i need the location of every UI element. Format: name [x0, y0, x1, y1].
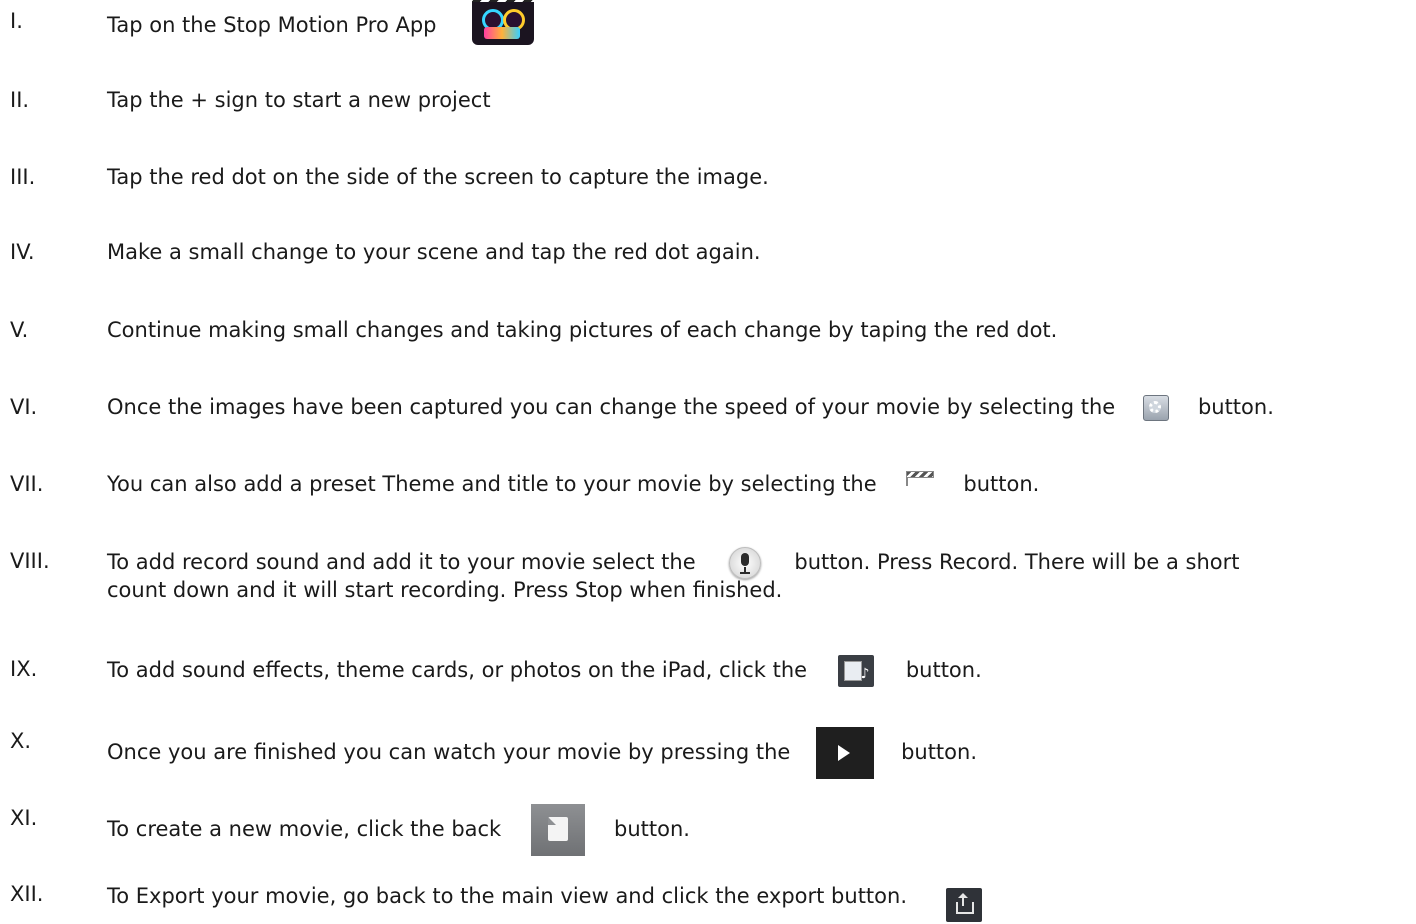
step-number: VII.: [10, 472, 44, 496]
microphone-icon: [729, 547, 762, 579]
step-text-before: Once the images have been captured you c…: [107, 395, 1116, 419]
step-text: Tap the red dot on the side of the scree…: [107, 165, 769, 189]
step-text-before: To add record sound and add it to your m…: [107, 550, 696, 574]
step-text-line2: count down and it will start recording. …: [107, 578, 783, 602]
step-number: IV.: [10, 240, 35, 264]
stop-motion-app-icon: [471, 0, 534, 45]
step-text-after: button.: [963, 472, 1040, 496]
export-icon: [946, 888, 983, 922]
step-number: XI.: [10, 806, 38, 830]
step-text: Tap the + sign to start a new project: [107, 88, 491, 112]
step-text-before: You can also add a preset Theme and titl…: [107, 472, 877, 496]
step-number: I.: [10, 9, 23, 33]
step-text-after: button.: [1197, 395, 1274, 419]
step-number: XII.: [10, 882, 44, 906]
step-text-before: To add sound effects, theme cards, or ph…: [107, 658, 808, 682]
play-icon: [815, 727, 874, 779]
media-library-icon: ♪: [838, 655, 875, 687]
step-text-after: button.: [905, 658, 982, 682]
clapperboard-icon: [906, 471, 935, 486]
step-text: Tap on the Stop Motion Pro App: [107, 13, 437, 37]
step-number: IX.: [10, 657, 38, 681]
back-page-icon: [530, 804, 585, 856]
step-text-after: button.: [901, 740, 978, 764]
step-text-before: To create a new movie, click the back: [107, 817, 502, 841]
step-number: VIII.: [10, 549, 50, 573]
step-text-after: button. Press Record. There will be a sh…: [794, 550, 1240, 574]
step-number: III.: [10, 165, 36, 189]
step-text: Continue making small changes and taking…: [107, 318, 1058, 342]
step-number: VI.: [10, 395, 38, 419]
step-number: X.: [10, 729, 32, 753]
step-number: V.: [10, 318, 29, 342]
step-number: II.: [10, 88, 30, 112]
step-text: To Export your movie, go back to the mai…: [107, 884, 907, 908]
settings-icon: [1142, 395, 1169, 421]
step-text: Make a small change to your scene and ta…: [107, 240, 761, 264]
step-text-before: Once you are finished you can watch your…: [107, 740, 791, 764]
step-text-after: button.: [613, 817, 690, 841]
